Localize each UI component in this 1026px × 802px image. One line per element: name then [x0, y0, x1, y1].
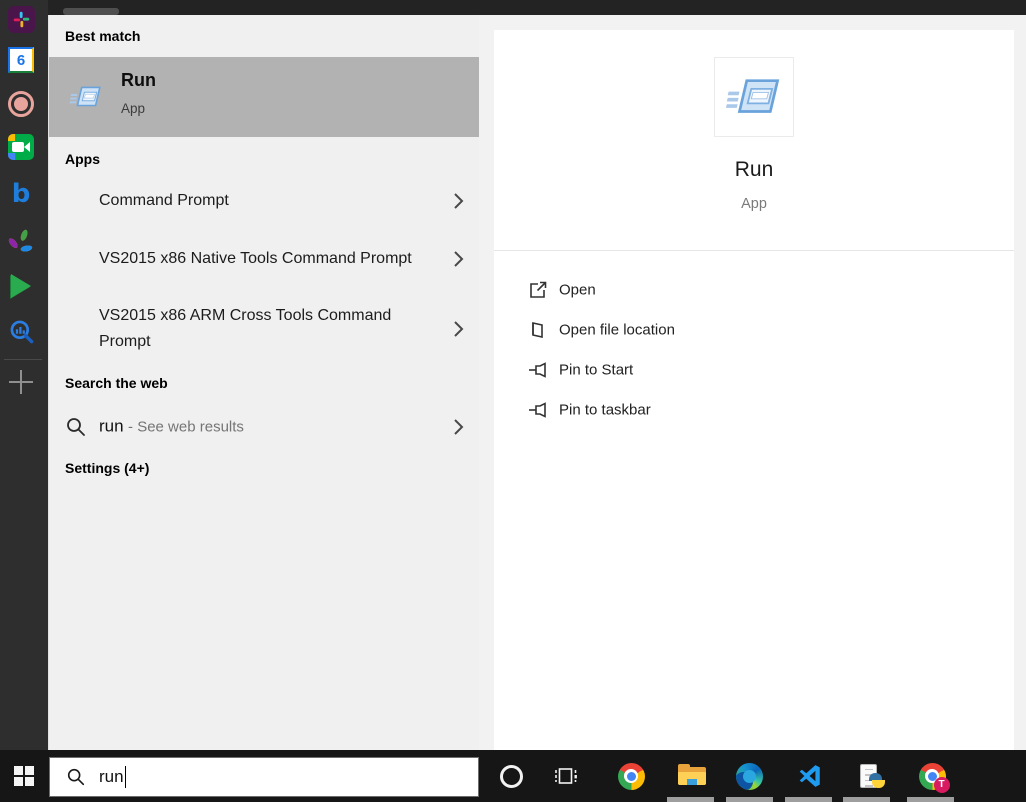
best-match-title: Run: [121, 70, 156, 90]
vscode-icon: [799, 765, 820, 787]
preview-divider: [494, 250, 1014, 251]
chrome-profile-icon: T: [918, 762, 950, 793]
file-location-icon: [532, 322, 543, 338]
notepad-python-taskbar-button[interactable]: [847, 750, 895, 802]
search-web-header: Search the web: [65, 375, 168, 391]
search-input-value: run: [99, 767, 124, 786]
calendar-icon[interactable]: 6: [6, 45, 36, 75]
action-open[interactable]: Open: [494, 270, 1014, 310]
start-button[interactable]: [0, 750, 48, 802]
action-pin-to-taskbar[interactable]: Pin to taskbar: [494, 390, 1014, 430]
chevron-right-icon[interactable]: [453, 250, 464, 268]
chevron-right-icon[interactable]: [453, 192, 464, 210]
taskbar-search-input[interactable]: run: [49, 757, 479, 797]
taskbar: run T: [0, 750, 1026, 802]
app-row-label: Command Prompt: [99, 192, 229, 209]
chrome-profile-taskbar-button[interactable]: T: [908, 750, 956, 802]
app-row-vs2015-arm[interactable]: VS2015 x86 ARM Cross Tools Command Promp…: [49, 298, 480, 360]
windows-search-screen: 6 b Best match Run App Apps Command Prom…: [0, 0, 1026, 802]
background-window-tab: [63, 8, 119, 15]
chevron-right-icon[interactable]: [453, 320, 464, 338]
dock-divider: [4, 359, 42, 360]
meet-icon[interactable]: [6, 132, 36, 162]
pin-icon: [529, 362, 546, 378]
edge-icon: [735, 762, 763, 790]
running-indicator: [726, 797, 773, 802]
apps-header: Apps: [65, 151, 100, 167]
best-match-result-run[interactable]: Run App: [49, 57, 480, 137]
add-icon[interactable]: [6, 367, 36, 397]
text-cursor: [124, 766, 127, 788]
preview-icon-box: [714, 57, 794, 137]
chrome-taskbar-button[interactable]: [607, 750, 655, 802]
windows-logo-icon: [14, 766, 34, 786]
task-view-icon: [555, 768, 577, 784]
profile-badge: T: [933, 776, 950, 793]
cortana-button[interactable]: [487, 750, 535, 802]
file-explorer-taskbar-button[interactable]: [668, 750, 716, 802]
app-row-vs2015-native[interactable]: VS2015 x86 Native Tools Command Prompt: [49, 228, 480, 290]
web-search-label: run - See web results: [99, 414, 429, 441]
vscode-taskbar-button[interactable]: [786, 750, 834, 802]
search-icon: [67, 418, 85, 436]
search-results-pane: Best match Run App Apps Command Prompt V…: [48, 15, 480, 750]
preview-pane: Run App Open Open file location Pin to S…: [479, 15, 1026, 750]
background-window-titlebar: [48, 0, 1026, 15]
action-label: Pin to Start: [559, 361, 634, 379]
action-label: Open: [559, 281, 596, 299]
pinwheel-photos-icon[interactable]: [6, 227, 36, 257]
action-open-file-location[interactable]: Open file location: [494, 310, 1014, 350]
settings-header: Settings (4+): [65, 460, 150, 476]
chrome-icon: [617, 762, 645, 790]
web-search-row[interactable]: run - See web results: [49, 405, 480, 449]
search-icon: [67, 768, 85, 786]
cortana-icon: [499, 764, 523, 788]
action-pin-to-start[interactable]: Pin to Start: [494, 350, 1014, 390]
best-match-type: App: [121, 101, 146, 116]
notepad-python-icon: [858, 763, 885, 790]
best-match-header: Best match: [65, 28, 141, 44]
calendar-day-number: 6: [16, 51, 26, 69]
record-icon[interactable]: [6, 89, 36, 119]
action-label: Open file location: [559, 321, 675, 339]
preview-card: Run App Open Open file location Pin to S…: [494, 30, 1014, 750]
app-row-command-prompt[interactable]: Command Prompt: [49, 180, 480, 222]
action-label: Pin to taskbar: [559, 401, 651, 419]
app-row-label: VS2015 x86 ARM Cross Tools Command Promp…: [99, 307, 392, 350]
bing-icon[interactable]: b: [6, 179, 36, 209]
preview-title: Run: [734, 158, 774, 181]
web-search-hint: - See web results: [128, 418, 244, 436]
app-row-label: VS2015 x86 Native Tools Command Prompt: [99, 250, 412, 267]
chevron-right-icon[interactable]: [453, 418, 464, 436]
run-app-icon-large: [725, 79, 780, 113]
search-analytics-icon[interactable]: [6, 316, 36, 346]
file-explorer-icon: [678, 764, 706, 787]
run-app-icon: [69, 86, 101, 107]
play-icon[interactable]: [6, 271, 36, 301]
running-indicator: [843, 797, 890, 802]
preview-type: App: [741, 196, 767, 212]
slack-icon[interactable]: [6, 4, 36, 34]
running-indicator: [667, 797, 714, 802]
app-dock: 6 b: [0, 0, 48, 750]
pin-icon: [529, 402, 546, 418]
running-indicator: [907, 797, 954, 802]
web-search-query: run: [99, 416, 124, 436]
open-icon: [530, 281, 547, 298]
edge-taskbar-button[interactable]: [725, 750, 773, 802]
task-view-button[interactable]: [542, 750, 590, 802]
running-indicator: [785, 797, 832, 802]
